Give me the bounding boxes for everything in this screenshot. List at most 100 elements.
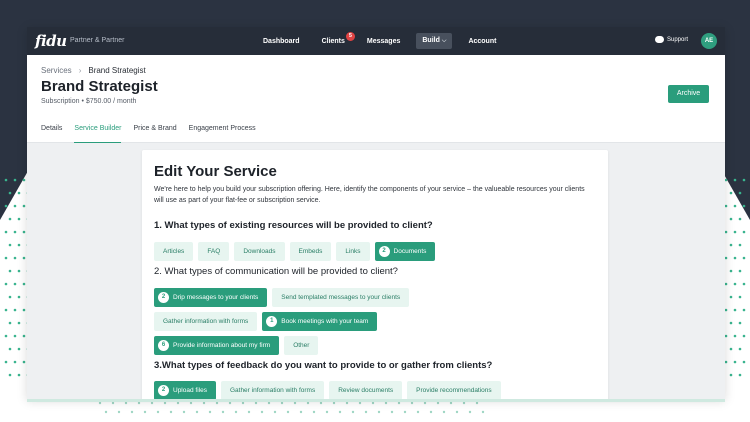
breadcrumb-services[interactable]: Services [41,66,72,75]
tab-engagement-process[interactable]: Engagement Process [189,121,256,143]
decor-dot [280,401,284,405]
decor-dot [13,204,17,208]
org-name: Partner & Partner [70,37,125,44]
chip-embeds[interactable]: Embeds [289,242,332,261]
decor-dot [423,401,427,405]
avatar[interactable]: AE [701,33,717,49]
chip-faq[interactable]: FAQ [198,242,230,261]
decor-dot [4,308,8,312]
chip-drip-messages[interactable]: 2 Drip messages to your clients [154,288,268,307]
tab-details[interactable]: Details [41,121,62,143]
decor-dot [442,410,446,414]
decor-dot [22,360,26,364]
decor-dot [481,410,485,414]
decor-dot [22,204,26,208]
decor-dot [416,410,420,414]
q2-chip-row-2: Gather information with forms 1 Book meet… [154,312,382,331]
decor-dot [189,401,193,405]
decor-dot [742,282,746,286]
decor-dot [221,410,225,414]
decor-dot [176,401,180,405]
decor-dot [117,410,121,414]
nav-account[interactable]: Account [462,34,502,49]
decor-dot [4,256,8,260]
tab-price-brand[interactable]: Price & Brand [133,121,176,143]
chip-other[interactable]: Other [284,336,319,355]
decor-dot [733,308,737,312]
nav-dashboard[interactable]: Dashboard [257,34,306,49]
decor-dot [13,360,17,364]
chip-downloads[interactable]: Downloads [234,242,285,261]
chip-links[interactable]: Links [336,242,370,261]
decor-dot [738,347,742,351]
decor-dot [724,308,728,312]
chip-book-meetings[interactable]: 1 Book meetings with your team [262,312,378,331]
decor-dot [208,410,212,414]
nav-messages[interactable]: Messages [361,34,406,49]
decor-dot [729,373,733,377]
chip-upload-files[interactable]: 2 Upload files [154,381,216,399]
decor-dot [247,410,251,414]
decor-dot [371,401,375,405]
chip-documents[interactable]: 2 Documents [374,242,436,261]
decor-dot [332,401,336,405]
decor-dot [742,178,746,182]
decor-dot [13,282,17,286]
chip-gather-information-forms-feedback[interactable]: Gather information with forms [220,381,325,399]
chevron-right-icon: › [78,66,82,75]
support-link[interactable]: Support [655,36,688,43]
decor-dot [8,321,12,325]
decor-dot [17,347,21,351]
nav-clients[interactable]: Clients 5 [316,31,355,49]
decor-dot [17,373,21,377]
question-1: 1. What types of existing resources will… [154,220,433,231]
decor-dot [724,282,728,286]
decor-dot [137,401,141,405]
decor-dot [22,256,26,260]
decor-dot [4,334,8,338]
decor-dot [254,401,258,405]
decor-dot [8,373,12,377]
selection-count: 1 [266,316,278,327]
decor-dot [455,410,459,414]
nav-build[interactable]: Build ⌵ [416,33,453,49]
chip-articles[interactable]: Articles [154,242,194,261]
decor-dot [4,178,8,182]
decor-dot [724,204,728,208]
decor-dot [13,230,17,234]
support-label: Support [667,36,689,43]
decor-dot [724,256,728,260]
chip-provide-recommendations[interactable]: Provide recommendations [407,381,501,399]
chip-gather-information-forms[interactable]: Gather information with forms [154,312,258,331]
decor-dot [742,360,746,364]
decor-dot [13,178,17,182]
decor-dot [729,295,733,299]
service-tabs: Details Service Builder Price & Brand En… [41,121,268,143]
decor-dot [22,334,26,338]
chip-provide-firm-information[interactable]: 6 Provide information about my firm [154,336,280,355]
breadcrumb-current: Brand Strategist [88,66,146,75]
decor-dot [286,410,290,414]
chip-review-documents[interactable]: Review documents [329,381,403,399]
question-2: 2. What types of communication will be p… [154,266,398,277]
decor-dot [260,410,264,414]
decor-dot [738,191,742,195]
chip-send-templated-messages[interactable]: Send templated messages to your clients [272,288,410,307]
selection-count: 2 [378,246,390,257]
decor-dot [17,191,21,195]
decor-dot [436,401,440,405]
decor-dot [742,308,746,312]
decor-dot [273,410,277,414]
decor-dot [449,401,453,405]
tab-service-builder[interactable]: Service Builder [74,121,122,143]
decor-dot [22,308,26,312]
app-logo[interactable]: fidu [35,32,67,50]
decor-dot [4,282,8,286]
decor-dot [729,347,733,351]
archive-button[interactable]: Archive [668,85,709,103]
q2-chip-row-3: 6 Provide information about my firm Other [154,336,323,355]
card-title: Edit Your Service [154,163,277,180]
decor-dot [724,360,728,364]
decor-dot [17,269,21,273]
decor-dot [733,360,737,364]
